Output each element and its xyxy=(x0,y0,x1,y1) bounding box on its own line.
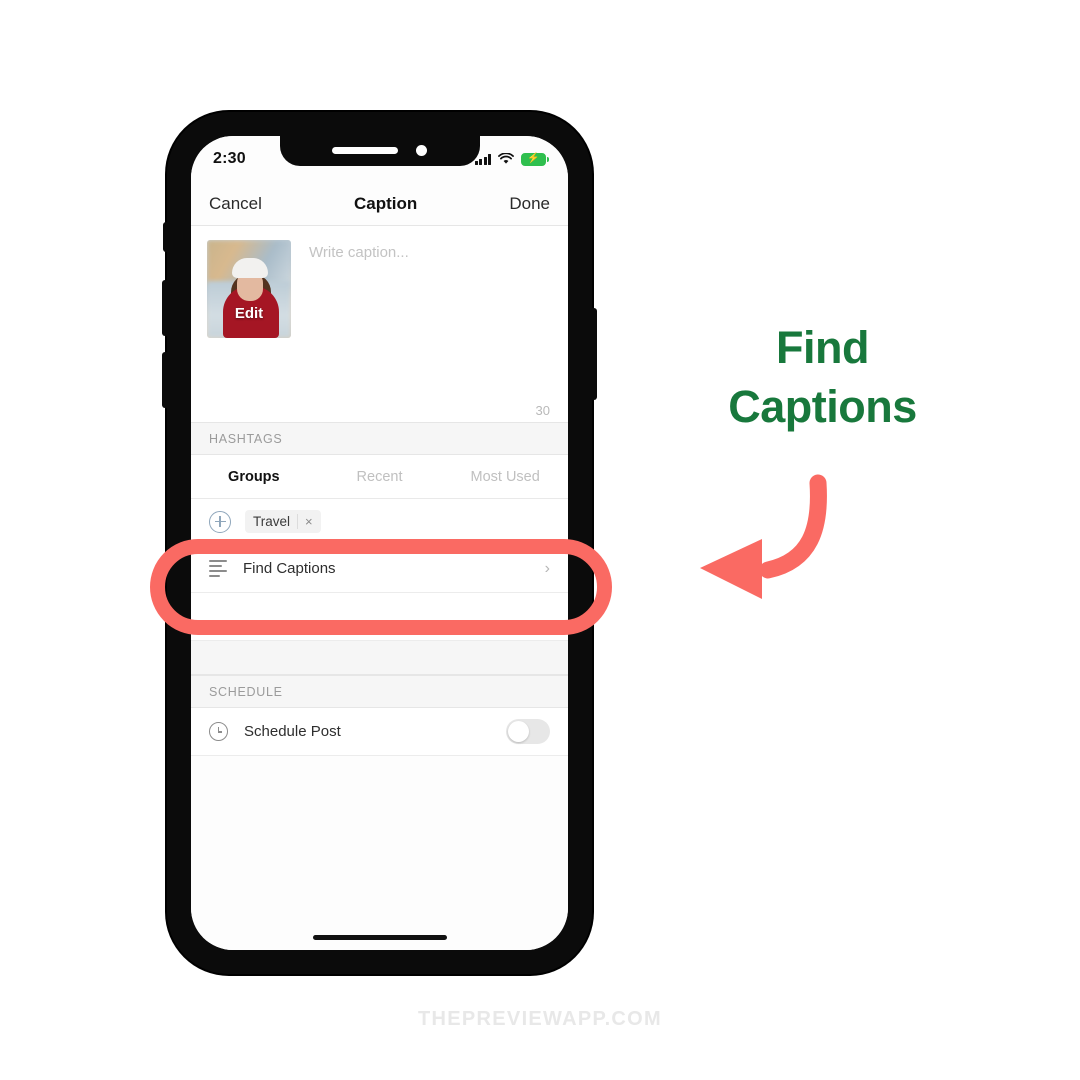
hashtag-group-row: Travel × xyxy=(191,499,568,545)
edit-photo-label[interactable]: Edit xyxy=(207,305,291,322)
power-button[interactable] xyxy=(590,308,597,400)
status-icons: ⚡ xyxy=(474,152,550,166)
character-counter: 30 xyxy=(535,403,550,418)
tab-groups[interactable]: Groups xyxy=(191,469,317,485)
plus-circle-icon[interactable] xyxy=(209,510,231,533)
curved-arrow-left-icon xyxy=(700,474,827,599)
hashtags-tab-bar: Groups Recent Most Used xyxy=(191,455,568,499)
front-camera-icon xyxy=(415,145,427,156)
notch xyxy=(279,136,480,166)
close-icon[interactable]: × xyxy=(297,514,313,529)
thumbnail-subject-hat xyxy=(232,258,268,278)
schedule-section-header: SCHEDULE xyxy=(191,675,568,708)
clock-icon xyxy=(209,722,228,741)
done-button[interactable]: Done xyxy=(509,194,550,214)
annotation-headline: Find Captions xyxy=(640,318,1005,437)
earpiece-speaker xyxy=(331,147,398,154)
page-title: Caption xyxy=(354,193,418,213)
hidden-row-below[interactable] xyxy=(191,593,568,641)
empty-space xyxy=(191,756,568,950)
annotation-line-2: Captions xyxy=(728,381,917,433)
phone-mockup: 2:30 ⚡ Cancel Caption Done Edit Write ca… xyxy=(162,112,597,974)
status-time: 2:30 xyxy=(213,150,246,167)
text-lines-icon xyxy=(209,560,227,577)
silent-switch-button[interactable] xyxy=(163,222,169,252)
hashtag-chip-label: Travel xyxy=(253,514,291,529)
chevron-right-icon: › xyxy=(544,559,550,577)
nav-bar: Cancel Caption Done xyxy=(191,182,568,226)
schedule-post-row[interactable]: Schedule Post xyxy=(191,708,568,756)
caption-composer: Edit Write caption... 30 xyxy=(191,226,568,422)
schedule-post-toggle[interactable] xyxy=(506,719,550,744)
find-captions-row[interactable]: Find Captions › xyxy=(191,545,568,593)
bolt-glyph: ⚡ xyxy=(527,153,540,164)
toggle-knob xyxy=(508,721,529,742)
battery-charging-icon: ⚡ xyxy=(521,152,550,166)
tab-most-used[interactable]: Most Used xyxy=(442,469,568,485)
watermark: THEPREVIEWAPP.COM xyxy=(418,1008,662,1030)
home-indicator[interactable] xyxy=(312,935,447,940)
section-gap xyxy=(191,641,568,675)
hashtag-chip-travel[interactable]: Travel × xyxy=(245,510,321,533)
cancel-button[interactable]: Cancel xyxy=(209,194,262,214)
phone-screen: 2:30 ⚡ Cancel Caption Done Edit Write ca… xyxy=(191,136,568,950)
tab-recent[interactable]: Recent xyxy=(317,469,443,485)
annotation-line-1: Find xyxy=(776,322,869,373)
hashtags-section-header: HASHTAGS xyxy=(191,422,568,455)
caption-input[interactable]: Write caption... xyxy=(291,240,552,338)
find-captions-label: Find Captions xyxy=(243,560,336,577)
volume-up-button[interactable] xyxy=(162,280,169,336)
wifi-icon xyxy=(498,153,514,164)
schedule-post-label: Schedule Post xyxy=(244,723,341,740)
volume-down-button[interactable] xyxy=(162,352,169,408)
screenshot-canvas: 2:30 ⚡ Cancel Caption Done Edit Write ca… xyxy=(0,0,1080,1080)
post-thumbnail[interactable]: Edit xyxy=(207,240,291,338)
